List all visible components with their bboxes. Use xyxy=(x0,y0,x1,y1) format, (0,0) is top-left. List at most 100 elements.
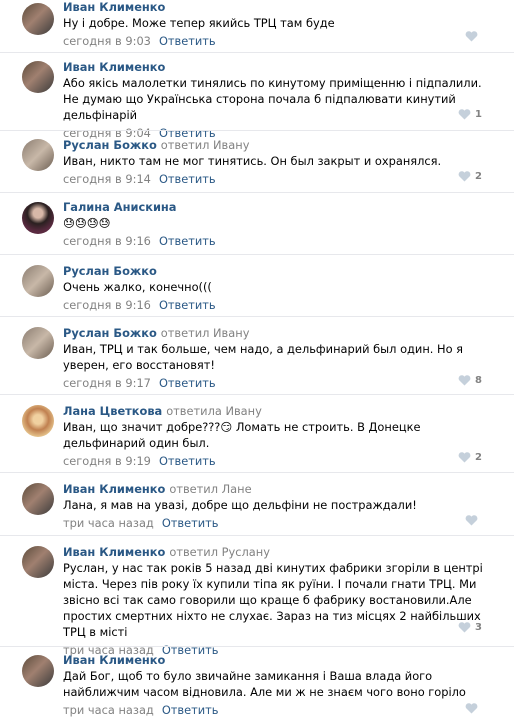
like-button[interactable] xyxy=(465,515,482,526)
comment-text: Дай Бог, щоб то було звичайне замикання … xyxy=(63,669,466,699)
like-button[interactable]: 8 xyxy=(458,375,482,386)
author-name[interactable]: Иван Клименко xyxy=(63,0,165,14)
comment-item: Руслан Божко ответил Ивану Иван, ТРЦ и т… xyxy=(0,316,514,394)
comment-author[interactable]: Руслан Божко ответил Ивану xyxy=(63,138,484,152)
comment-author[interactable]: Иван Клименко ответил Руслану xyxy=(63,545,484,559)
heart-icon xyxy=(465,703,478,714)
comment-text: Руслан, у нас так років 5 назад дві кину… xyxy=(63,561,483,639)
comment-author[interactable]: Руслан Божко xyxy=(63,264,484,278)
comment-author[interactable]: Руслан Божко ответил Ивану xyxy=(63,326,484,340)
heart-icon xyxy=(465,31,478,42)
reply-to[interactable]: ответил Руслану xyxy=(169,545,270,559)
like-count: 2 xyxy=(475,452,482,463)
reply-button[interactable]: Ответить xyxy=(159,454,216,468)
avatar[interactable] xyxy=(22,265,54,297)
author-name[interactable]: Лана Цветкова xyxy=(63,404,162,418)
avatar[interactable] xyxy=(22,327,54,359)
like-button[interactable]: 3 xyxy=(458,622,482,633)
author-name[interactable]: Руслан Божко xyxy=(63,326,157,340)
reply-button[interactable]: Ответить xyxy=(162,516,219,530)
reply-button[interactable]: Ответить xyxy=(162,703,219,717)
like-button[interactable] xyxy=(465,703,482,714)
comment-author[interactable]: Иван Клименко xyxy=(63,0,484,14)
comment-text: Або якісь малолетки тинялись по кинутому… xyxy=(63,76,482,122)
comment-item: Руслан Божко ответил Ивану Иван, никто т… xyxy=(0,130,514,192)
comment-author[interactable]: Лана Цветкова ответила Ивану xyxy=(63,404,484,418)
comment-text: 😓😓😓😓 xyxy=(63,216,111,230)
comment-text: Очень жалко, конечно((( xyxy=(63,280,212,294)
comment-meta: сегодня в 9:19 Ответить xyxy=(63,454,484,468)
heart-icon xyxy=(458,622,471,633)
heart-icon xyxy=(465,515,478,526)
reply-button[interactable]: Ответить xyxy=(159,34,216,48)
like-count: 3 xyxy=(475,622,482,633)
comment-time[interactable]: сегодня в 9:17 xyxy=(63,376,151,390)
comment-item: Иван Клименко Або якісь малолетки тиняли… xyxy=(0,52,514,140)
avatar[interactable] xyxy=(22,202,54,234)
comment-time[interactable]: сегодня в 9:03 xyxy=(63,34,151,48)
reply-to[interactable]: ответил Лане xyxy=(169,482,251,496)
like-button[interactable]: 2 xyxy=(458,171,482,182)
comment-meta: три часа назад Ответить xyxy=(63,703,484,717)
comment-text: Иван, никто там не мог тинятись. Он был … xyxy=(63,154,442,168)
heart-icon xyxy=(458,452,471,463)
author-name[interactable]: Иван Клименко xyxy=(63,60,165,74)
comment-author[interactable]: Иван Клименко xyxy=(63,653,484,667)
comment-item: Руслан Божко Очень жалко, конечно((( сег… xyxy=(0,254,514,316)
like-count: 2 xyxy=(475,171,482,182)
reply-to[interactable]: ответила Ивану xyxy=(166,404,262,418)
comment-author[interactable]: Иван Клименко xyxy=(63,60,484,74)
comment-item: Галина Анискина 😓😓😓😓 сегодня в 9:16 Ответ… xyxy=(0,192,514,254)
comment-text: Иван, ТРЦ и так больше, чем надо, а дель… xyxy=(63,342,464,372)
comment-text: Ну і добре. Може тепер якийсь ТРЦ там бу… xyxy=(63,16,335,30)
like-button[interactable] xyxy=(465,31,482,42)
author-name[interactable]: Иван Клименко xyxy=(63,545,165,559)
like-count: 1 xyxy=(475,109,482,120)
comment-author[interactable]: Галина Анискина xyxy=(63,200,484,214)
comment-meta: сегодня в 9:17 Ответить xyxy=(63,376,484,390)
author-name[interactable]: Руслан Божко xyxy=(63,264,157,278)
comment-item: Иван Клименко Ну і добре. Може тепер яки… xyxy=(0,0,514,52)
avatar[interactable] xyxy=(22,139,54,171)
comment-time[interactable]: сегодня в 9:19 xyxy=(63,454,151,468)
reply-button[interactable]: Ответить xyxy=(159,234,216,248)
like-button[interactable]: 1 xyxy=(458,109,482,120)
comment-meta: сегодня в 9:03 Ответить xyxy=(63,34,484,48)
reply-button[interactable]: Ответить xyxy=(159,298,216,312)
comment-item: Иван Клименко Дай Бог, щоб то було звича… xyxy=(0,646,514,717)
like-button[interactable]: 2 xyxy=(458,452,482,463)
comment-meta: сегодня в 9:16 Ответить xyxy=(63,234,484,248)
comment-time[interactable]: три часа назад xyxy=(63,703,154,717)
comment-time[interactable]: сегодня в 9:16 xyxy=(63,234,151,248)
avatar[interactable] xyxy=(22,483,54,515)
comment-author[interactable]: Иван Клименко ответил Лане xyxy=(63,482,484,496)
reply-to[interactable]: ответил Ивану xyxy=(161,138,250,152)
comment-time[interactable]: три часа назад xyxy=(63,516,154,530)
comment-meta: сегодня в 9:16 Ответить xyxy=(63,298,484,312)
avatar[interactable] xyxy=(22,3,54,35)
comment-time[interactable]: сегодня в 9:16 xyxy=(63,298,151,312)
comment-meta: сегодня в 9:14 Ответить xyxy=(63,172,484,186)
author-name[interactable]: Иван Клименко xyxy=(63,653,165,667)
heart-icon xyxy=(458,375,471,386)
heart-icon xyxy=(458,109,471,120)
avatar[interactable] xyxy=(22,61,54,93)
author-name[interactable]: Галина Анискина xyxy=(63,200,176,214)
avatar[interactable] xyxy=(22,405,54,437)
comment-item: Иван Клименко ответил Руслану Руслан, у … xyxy=(0,535,514,657)
comment-item: Иван Клименко ответил Лане Лана, я мав н… xyxy=(0,472,514,535)
author-name[interactable]: Руслан Божко xyxy=(63,138,157,152)
author-name[interactable]: Иван Клименко xyxy=(63,482,165,496)
comment-time[interactable]: сегодня в 9:14 xyxy=(63,172,151,186)
avatar[interactable] xyxy=(22,655,54,687)
heart-icon xyxy=(458,171,471,182)
reply-button[interactable]: Ответить xyxy=(159,172,216,186)
reply-button[interactable]: Ответить xyxy=(159,376,216,390)
comment-meta: три часа назад Ответить xyxy=(63,516,484,530)
like-count: 8 xyxy=(475,375,482,386)
comment-text: Лана, я мав на увазі, добре що дельфіни … xyxy=(63,498,417,512)
comment-text: Иван, що значит добре???😏 Ломать не стро… xyxy=(63,420,421,450)
comment-item: Лана Цветкова ответила Ивану Иван, що зн… xyxy=(0,394,514,472)
reply-to[interactable]: ответил Ивану xyxy=(161,326,250,340)
avatar[interactable] xyxy=(22,546,54,578)
